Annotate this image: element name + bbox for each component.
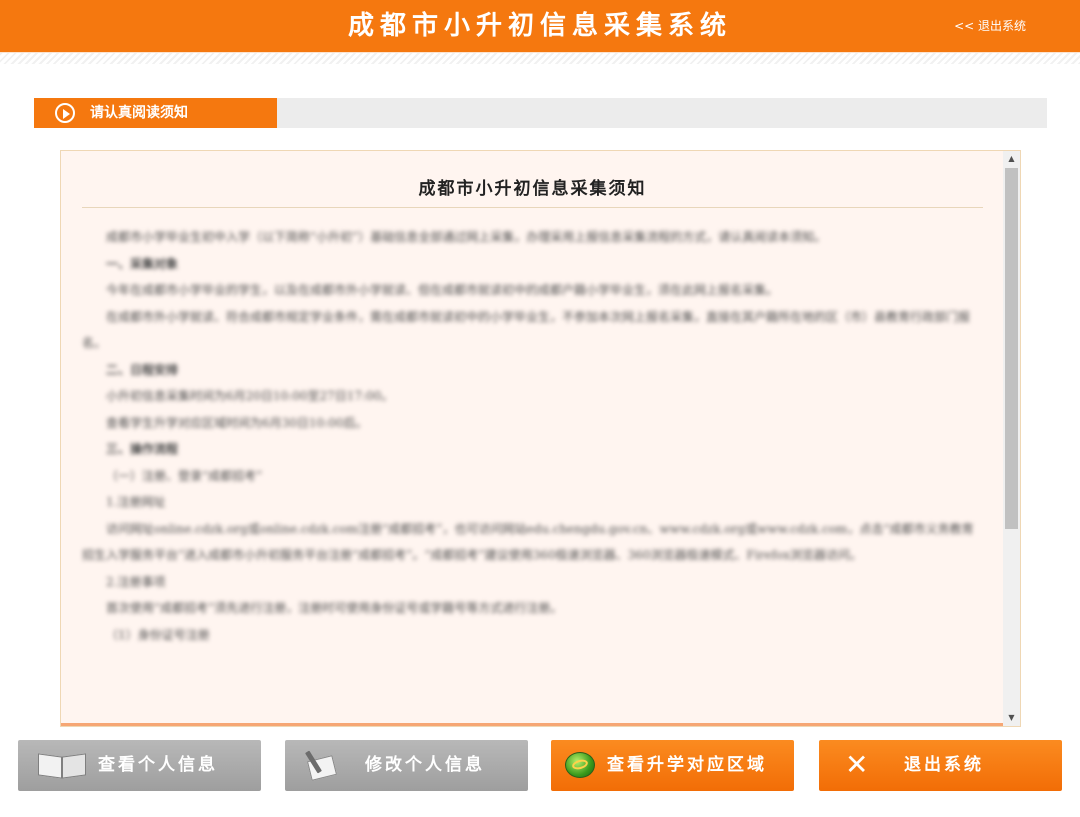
edit-personal-info-button[interactable]: 修改个人信息 (285, 740, 528, 791)
logout-link[interactable]: << 退出系统 (954, 0, 1026, 52)
page-title: 成都市小升初信息采集系统 (347, 11, 732, 41)
notice-paragraph: 首次使用“成都招考”须先进行注册，注册时可使用身份证号或学籍号等方式进行注册。 (106, 601, 563, 615)
notice-paragraph: 访问网址online.cdzk.org或online.cdzk.com注册“成都… (82, 521, 974, 563)
notice-divider (82, 207, 983, 208)
notice-scrollbar[interactable]: ▲ ▼ (1003, 151, 1020, 726)
view-school-region-label: 查看升学对应区域 (607, 755, 767, 775)
play-circle-icon (55, 103, 75, 123)
section-title: 请认真阅读须知 (90, 105, 188, 121)
notice-heading: 一、采集对象 (106, 256, 179, 271)
notice-title: 成都市小升初信息采集须知 (418, 179, 647, 199)
notice-paragraph: 小升初信息采集时间为6月20日10:00至27日17:00。 (106, 389, 394, 403)
notice-paragraph: （1）身份证号注册 (106, 627, 210, 642)
exit-system-label: 退出系统 (904, 755, 984, 775)
app-header: 成都市小升初信息采集系统 << 退出系统 (0, 0, 1080, 52)
scrollbar-thumb[interactable] (1005, 168, 1018, 529)
section-tab: 请认真阅读须知 (34, 98, 277, 128)
notice-paragraph: 今年在成都市小学毕业的学生，以及在成都市外小学就读、但在成都市就读初中的成都户籍… (106, 283, 779, 297)
notice-heading: 二、日程安排 (106, 362, 179, 377)
view-personal-info-label: 查看个人信息 (98, 755, 218, 775)
notice-body: 成都市小学毕业生初中入学（以下简称“小升初”）基础信息全部通过网上采集，办理采用… (82, 224, 983, 648)
notice-paragraph: 2.注册事项 (106, 574, 166, 589)
close-icon: ✕ (845, 748, 872, 781)
notice-heading: 三、操作流程 (106, 442, 179, 456)
notice-paragraph: 查看学生升学对应区域时间为6月30日10:00后。 (106, 415, 368, 430)
scroll-down-arrow-icon[interactable]: ▼ (1003, 710, 1020, 726)
scroll-up-arrow-icon[interactable]: ▲ (1003, 151, 1020, 167)
view-personal-info-button[interactable]: 查看个人信息 (18, 740, 261, 791)
exit-system-button[interactable]: ✕ 退出系统 (819, 740, 1062, 791)
notice-paragraph: 在成都市外小学就读、符合成都市规定学业条件，需在成都市就读初中的小学毕业生，不参… (82, 309, 971, 351)
globe-icon (565, 752, 595, 778)
open-book-icon (36, 751, 92, 781)
section-title-bar: 请认真阅读须知 (34, 98, 1047, 128)
edit-personal-info-label: 修改个人信息 (365, 755, 485, 775)
edit-document-icon (299, 748, 345, 784)
header-stripe-divider (0, 52, 1080, 64)
notice-content: 成都市小升初信息采集须知 成都市小学毕业生初中入学（以下简称“小升初”）基础信息… (61, 151, 1003, 726)
view-school-region-button[interactable]: 查看升学对应区域 (551, 740, 794, 791)
notice-bottom-border (61, 723, 1003, 726)
notice-paragraph: 成都市小学毕业生初中入学（以下简称“小升初”）基础信息全部通过网上采集，办理采用… (106, 230, 827, 244)
notice-paragraph: 1.注册网址 (106, 495, 166, 509)
notice-panel: 成都市小升初信息采集须知 成都市小学毕业生初中入学（以下简称“小升初”）基础信息… (60, 150, 1021, 727)
notice-paragraph: （一）注册、登录“成都招考” (106, 468, 263, 483)
